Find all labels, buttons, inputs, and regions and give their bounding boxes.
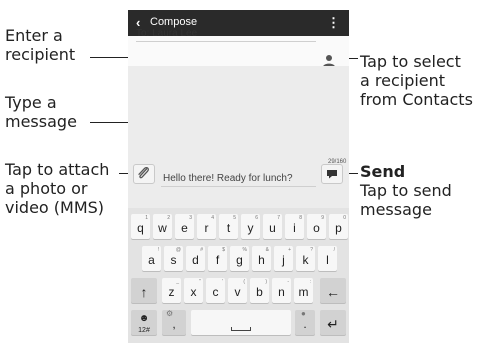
key-label: ↵ <box>327 316 339 332</box>
microphone-icon: ● <box>301 309 306 318</box>
space-bar-icon <box>231 327 251 331</box>
key-c[interactable]: ' c <box>206 278 225 303</box>
key-i[interactable]: 8i <box>285 214 304 239</box>
key-label: j <box>282 253 285 267</box>
callout-text: Enter a <box>5 26 63 45</box>
key-label: v <box>234 285 241 299</box>
key-label: x <box>190 285 197 299</box>
callout-text: Tap to attach <box>5 160 110 179</box>
comma-key[interactable]: , ⚙ <box>162 310 186 335</box>
key-label: n <box>278 285 285 299</box>
callout-select-recipient: Tap to select a recipient from Contacts <box>360 52 473 109</box>
key-label: w <box>158 221 167 235</box>
key-label: t <box>226 221 231 235</box>
callout-text: Type a <box>5 93 57 112</box>
key-x[interactable]: " x <box>184 278 203 303</box>
key-r[interactable]: 4r <box>197 214 216 239</box>
key-label: k <box>302 253 309 267</box>
key-label: i <box>293 221 296 235</box>
message-input[interactable]: Hello there! Ready for lunch? <box>163 173 293 185</box>
key-t[interactable]: 5t <box>219 214 238 239</box>
key-h[interactable]: & h <box>252 246 271 271</box>
key-label: ← <box>326 284 340 300</box>
settings-gear-icon: ⚙ <box>166 309 174 318</box>
callout-text: a photo or <box>5 179 88 198</box>
key-f[interactable]: $ f <box>208 246 227 271</box>
paperclip-icon <box>138 166 149 179</box>
key-u[interactable]: 7u <box>263 214 282 239</box>
key-label: e <box>181 221 188 235</box>
callout-text: a recipient <box>360 71 446 90</box>
send-message-icon <box>327 170 337 179</box>
key-label: s <box>170 253 177 267</box>
emoji-key[interactable]: ☻ 12# <box>131 310 157 335</box>
callout-text: from Contacts <box>360 90 473 109</box>
key-o[interactable]: 9o <box>307 214 326 239</box>
backspace-key-icon[interactable]: ← <box>320 278 346 303</box>
space-bar[interactable] <box>191 310 291 335</box>
key-p[interactable]: 0p <box>329 214 348 239</box>
key-label: g <box>236 253 243 267</box>
key-n[interactable]: -n <box>272 278 291 303</box>
send-button[interactable] <box>321 164 343 184</box>
key-z[interactable]: _ z <box>162 278 181 303</box>
key-e[interactable]: 3e <box>175 214 194 239</box>
emoji-key-label: 12# <box>138 327 150 334</box>
key-s[interactable]: @ s <box>164 246 183 271</box>
callout-send: Send Tap to send message <box>360 162 452 219</box>
period-key[interactable]: . ● <box>295 310 315 335</box>
key-a[interactable]: ! a <box>142 246 161 271</box>
key-label: b <box>256 285 263 299</box>
message-underline <box>161 186 316 187</box>
key-label: l <box>326 253 329 267</box>
callout-text: Tap to select <box>360 52 461 71</box>
key-label: m <box>298 285 309 299</box>
key-q[interactable]: 1q <box>131 214 150 239</box>
callout-text: Tap to send <box>360 181 452 200</box>
key-label: u <box>269 221 276 235</box>
callout-enter-recipient: Enter a recipient <box>5 26 75 64</box>
key-label: z <box>168 285 175 299</box>
key-label: o <box>313 221 320 235</box>
key-label: c <box>212 285 219 299</box>
recipient-underline <box>136 41 316 42</box>
key-label: . <box>303 317 307 331</box>
key-label: d <box>192 253 199 267</box>
callout-text: message <box>5 112 77 131</box>
callout-text: recipient <box>5 45 76 64</box>
key-label: q <box>137 221 144 235</box>
recipient-field[interactable]: To: Laura Lee <box>136 28 197 40</box>
key-v[interactable]: (v <box>228 278 247 303</box>
attach-button[interactable] <box>133 164 155 184</box>
key-label: a <box>148 253 155 267</box>
key-label: f <box>215 253 220 267</box>
shift-key-icon[interactable]: ↑ <box>131 278 157 303</box>
keyboard: 1 q 2 w 3 e 4 r 5 t 6 y 7 u 8 i 9 o 0 p ! a @ s # d $ f% g & h + j? k / l ↑ _… <box>128 208 349 343</box>
callout-type-message: Type a message <box>5 93 77 131</box>
key-label: h <box>258 253 265 267</box>
key-label: p <box>335 221 342 235</box>
key-d[interactable]: # d <box>186 246 205 271</box>
callout-attach: Tap to attach a photo or video (MMS) <box>5 160 109 217</box>
key-l[interactable]: / l <box>318 246 337 271</box>
callout-text: message <box>360 200 432 219</box>
key-k[interactable]: ? k <box>296 246 315 271</box>
key-label: r <box>204 221 209 235</box>
key-w[interactable]: 2w <box>153 214 172 239</box>
enter-key-icon[interactable]: ↵ <box>320 310 346 335</box>
key-label: y <box>247 221 254 235</box>
key-label: , <box>172 317 176 331</box>
key-y[interactable]: 6y <box>241 214 260 239</box>
key-j[interactable]: + j <box>274 246 293 271</box>
key-b[interactable]: ) b <box>250 278 269 303</box>
key-m[interactable]: :m <box>294 278 313 303</box>
key-label: ↑ <box>140 284 148 300</box>
more-menu-icon[interactable]: ⋮ <box>327 16 340 29</box>
phone-screen: ‹ Compose ⋮ To: Laura Lee 29/160 Hello t… <box>128 10 349 343</box>
callout-send-title: Send <box>360 162 406 181</box>
callout-text: video (MMS) <box>5 198 105 217</box>
key-g[interactable]: % g <box>230 246 249 271</box>
